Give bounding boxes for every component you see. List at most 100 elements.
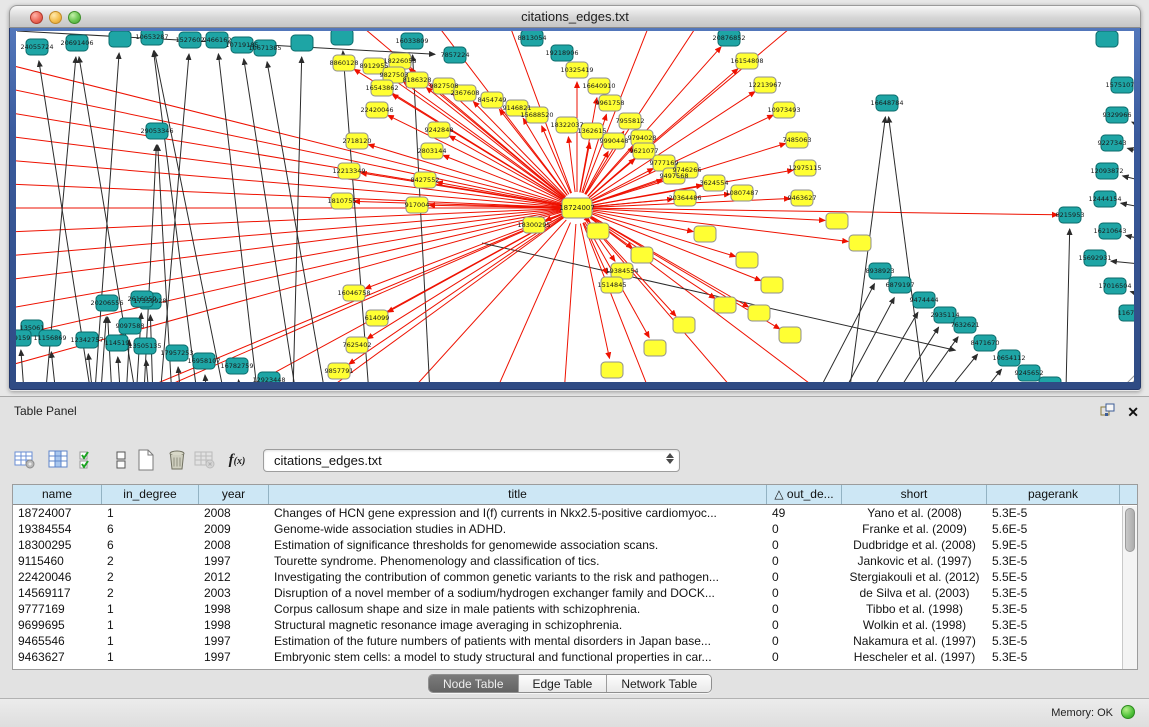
cell-name[interactable]: 14569117 <box>13 585 102 601</box>
cell-name[interactable]: 9777169 <box>13 601 102 617</box>
cell-year[interactable]: 1997 <box>199 649 269 665</box>
tab-node-table[interactable]: Node Table <box>429 675 519 692</box>
table-selector-dropdown[interactable]: citations_edges.txt <box>263 449 680 472</box>
graph-edge[interactable] <box>267 62 332 382</box>
graph-edge-selected[interactable] <box>588 147 634 197</box>
cell-title[interactable]: Corpus callosum shape and size in male p… <box>269 601 767 617</box>
graph-edge[interactable] <box>1128 148 1135 155</box>
cell-in-degree[interactable]: 2 <box>102 553 199 569</box>
column-header-short[interactable]: short <box>842 485 987 504</box>
cell-short[interactable]: Jankovic et al. (1997) <box>842 553 987 569</box>
cell-year[interactable]: 1998 <box>199 601 269 617</box>
cell-title[interactable]: Changes of HCN gene expression and I(f) … <box>269 505 767 521</box>
cell-out-de-[interactable]: 0 <box>767 569 842 585</box>
cell-name[interactable]: 19384554 <box>13 521 102 537</box>
cell-in-degree[interactable]: 1 <box>102 617 199 633</box>
column-header-name[interactable]: name <box>13 485 102 504</box>
cell-short[interactable]: Stergiakouli et al. (2012) <box>842 569 987 585</box>
cell-name[interactable]: 9699695 <box>13 617 102 633</box>
graph-edge[interactable] <box>797 284 875 382</box>
cell-title[interactable]: Embryonic stem cells: a model to study s… <box>269 649 767 665</box>
cell-short[interactable]: Dudbridge et al. (2008) <box>842 537 987 553</box>
cell-title[interactable]: Tourette syndrome. Phenomenology and cla… <box>269 553 767 569</box>
graph-edge[interactable] <box>822 298 894 382</box>
column-header-pagerank[interactable]: pagerank <box>987 485 1120 504</box>
cell-pagerank[interactable]: 5.3E-5 <box>987 649 1120 665</box>
graph-edge[interactable] <box>1121 203 1134 209</box>
cell-pagerank[interactable]: 5.3E-5 <box>987 585 1120 601</box>
graph-node[interactable] <box>849 235 871 251</box>
cell-in-degree[interactable]: 6 <box>102 521 199 537</box>
cell-year[interactable]: 2008 <box>199 505 269 521</box>
graph-node[interactable] <box>291 35 313 51</box>
cell-short[interactable]: Tibbo et al. (1998) <box>842 601 987 617</box>
graph-edge[interactable] <box>1111 261 1134 265</box>
vertical-scrollbar[interactable] <box>1122 506 1137 669</box>
cell-name[interactable]: 18300295 <box>13 537 102 553</box>
graph-node[interactable] <box>1039 377 1061 382</box>
graph-node[interactable] <box>1096 31 1118 47</box>
cell-in-degree[interactable]: 1 <box>102 601 199 617</box>
cell-out-de-[interactable]: 0 <box>767 633 842 649</box>
graph-node[interactable] <box>331 31 353 45</box>
graph-edge[interactable] <box>154 51 203 382</box>
cell-name[interactable]: 9115460 <box>13 553 102 569</box>
graph-node[interactable] <box>826 213 848 229</box>
cell-name[interactable]: 9463627 <box>13 649 102 665</box>
graph-node[interactable] <box>694 226 716 242</box>
table-row[interactable]: 969969511998Structural magnetic resonanc… <box>13 617 1137 633</box>
graph-edge[interactable] <box>21 350 27 382</box>
float-window-icon[interactable] <box>1100 403 1115 421</box>
graph-node[interactable] <box>736 252 758 268</box>
cell-out-de-[interactable]: 0 <box>767 617 842 633</box>
cell-in-degree[interactable]: 6 <box>102 537 199 553</box>
table-row[interactable]: 1938455462009Genome-wide association stu… <box>13 521 1137 537</box>
function-builder-icon[interactable]: f(x) <box>224 447 250 473</box>
graph-edge[interactable] <box>154 51 232 382</box>
cell-out-de-[interactable]: 0 <box>767 649 842 665</box>
graph-edge-selected[interactable] <box>16 210 561 283</box>
table-row[interactable]: 1456911722003Disruption of a novel membe… <box>13 585 1137 601</box>
cell-name[interactable]: 18724007 <box>13 505 102 521</box>
cell-pagerank[interactable]: 5.3E-5 <box>987 601 1120 617</box>
graph-edge[interactable] <box>1132 122 1134 131</box>
cell-year[interactable]: 2008 <box>199 537 269 553</box>
cell-short[interactable]: de Silva et al. (2003) <box>842 585 987 601</box>
cell-title[interactable]: Estimation of the future numbers of pati… <box>269 633 767 649</box>
memory-status-icon[interactable] <box>1121 705 1135 719</box>
cell-pagerank[interactable]: 5.3E-5 <box>987 505 1120 521</box>
cell-title[interactable]: Investigating the contribution of common… <box>269 569 767 585</box>
cell-title[interactable]: Estimation of significance thresholds fo… <box>269 537 767 553</box>
network-view-canvas[interactable]: 2405572420691406106532871527602946616210… <box>16 31 1134 382</box>
graph-edge-selected[interactable] <box>568 137 575 192</box>
column-mapping-icon[interactable] <box>46 447 72 473</box>
network-window-titlebar[interactable]: citations_edges.txt <box>9 5 1141 28</box>
graph-edge-selected[interactable] <box>593 208 1058 215</box>
cell-pagerank[interactable]: 5.5E-5 <box>987 569 1120 585</box>
graph-edge-selected[interactable] <box>367 217 563 339</box>
graph-node[interactable] <box>714 297 736 313</box>
graph-edge[interactable] <box>1126 236 1134 242</box>
graph-edge-selected[interactable] <box>16 108 561 205</box>
table-row[interactable]: 977716911998Corpus callosum shape and si… <box>13 601 1137 617</box>
select-columns-icon[interactable] <box>76 447 102 473</box>
table-row[interactable]: 946554611997Estimation of the future num… <box>13 633 1137 649</box>
graph-node[interactable] <box>779 327 801 343</box>
graph-edge[interactable] <box>889 117 930 382</box>
cell-title[interactable]: Structural magnetic resonance image aver… <box>269 617 767 633</box>
cell-year[interactable]: 2009 <box>199 521 269 537</box>
cell-year[interactable]: 1997 <box>199 553 269 569</box>
graph-edge[interactable] <box>847 312 918 382</box>
cell-in-degree[interactable]: 2 <box>102 585 199 601</box>
graph-node[interactable] <box>673 317 695 333</box>
cell-pagerank[interactable]: 5.6E-5 <box>987 521 1120 537</box>
cell-short[interactable]: Franke et al. (2009) <box>842 521 987 537</box>
graph-edge-selected[interactable] <box>16 209 561 233</box>
cell-in-degree[interactable]: 1 <box>102 505 199 521</box>
table-row[interactable]: 1872400712008Changes of HCN gene express… <box>13 505 1137 521</box>
cell-in-degree[interactable]: 1 <box>102 649 199 665</box>
graph-edge-selected[interactable] <box>382 220 566 382</box>
cell-year[interactable]: 2012 <box>199 569 269 585</box>
cell-out-de-[interactable]: 0 <box>767 521 842 537</box>
cell-pagerank[interactable]: 5.9E-5 <box>987 537 1120 553</box>
